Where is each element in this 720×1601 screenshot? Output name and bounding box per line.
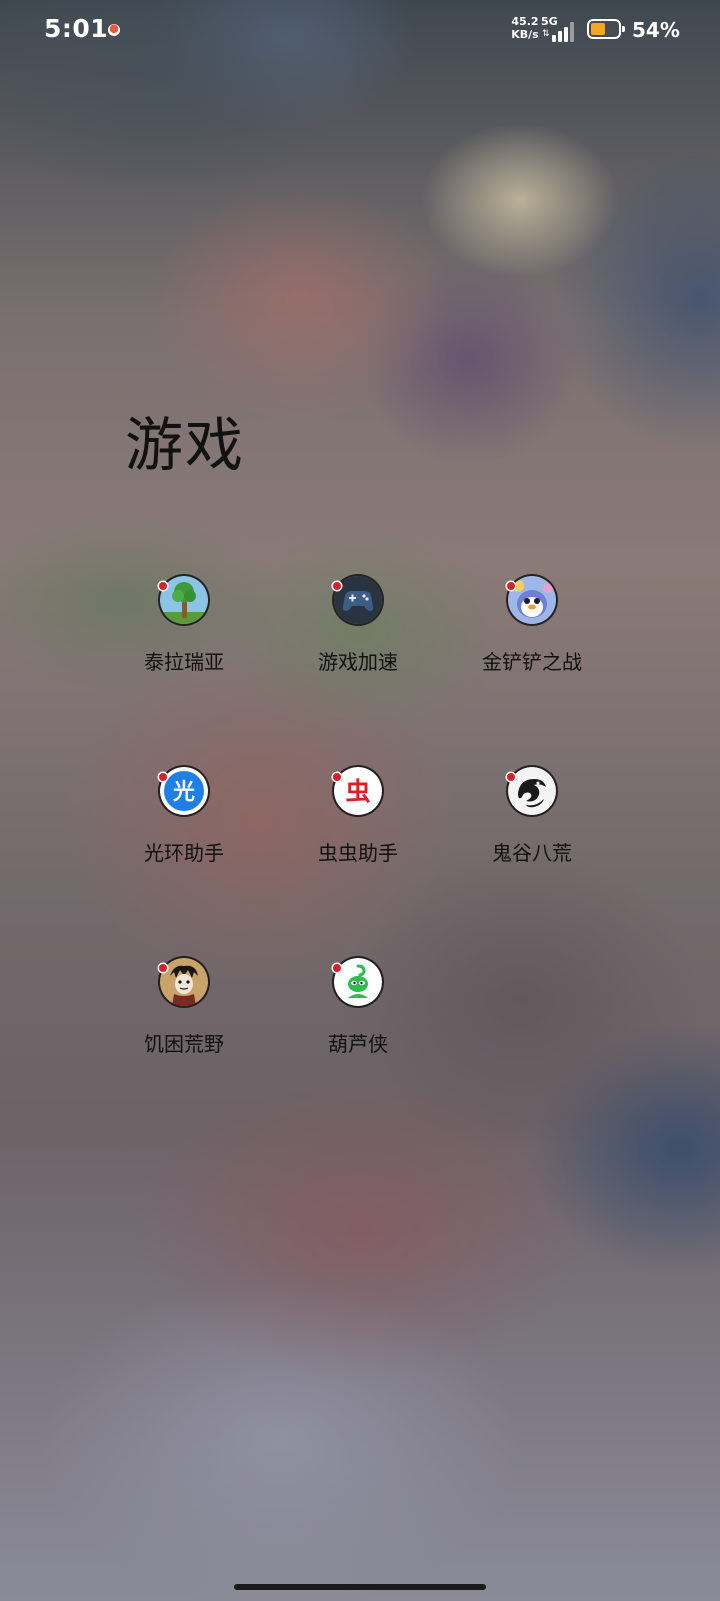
app-label: 泰拉瑞亚 <box>144 650 224 674</box>
terraria-tree-icon <box>160 576 208 624</box>
app-golden-spatula[interactable]: 金铲铲之战 <box>452 576 612 675</box>
app-chongchong-assistant[interactable]: 虫 虫虫助手 <box>278 767 438 866</box>
chongchong-icon-glyph: 虫 <box>345 777 370 806</box>
app-grid: 泰拉瑞亚 游戏加速 金铲铲之战 光 光环助手 虫 虫虫助手 鬼谷八荒 饥困荒野 … <box>0 0 720 1601</box>
notification-dot <box>333 773 341 781</box>
app-guanghuan-assistant[interactable]: 光 光环助手 <box>104 767 264 866</box>
app-terraria[interactable]: 泰拉瑞亚 <box>104 576 264 675</box>
app-game-accelerator[interactable]: 游戏加速 <box>278 576 438 675</box>
dragon-icon <box>508 767 556 815</box>
dont-starve-icon <box>160 958 208 1006</box>
app-huluxia[interactable]: 葫芦侠 <box>278 958 438 1057</box>
app-dont-starve[interactable]: 饥困荒野 <box>104 958 264 1057</box>
guanghuan-icon-glyph: 光 <box>172 780 195 805</box>
notification-dot <box>507 582 515 590</box>
app-label: 游戏加速 <box>318 650 398 674</box>
app-label: 金铲铲之战 <box>482 650 582 674</box>
app-label: 虫虫助手 <box>318 841 398 865</box>
gamepad-icon <box>334 576 382 624</box>
app-guigu-bahuang[interactable]: 鬼谷八荒 <box>452 767 612 866</box>
notification-dot <box>159 582 167 590</box>
app-label: 光环助手 <box>144 841 224 865</box>
notification-dot <box>507 773 515 781</box>
penguin-icon <box>508 576 556 624</box>
notification-dot <box>333 582 341 590</box>
app-label: 饥困荒野 <box>144 1032 224 1056</box>
home-indicator[interactable] <box>234 1584 486 1590</box>
chongchong-icon: 虫 <box>334 767 382 815</box>
app-label: 鬼谷八荒 <box>492 841 572 865</box>
notification-dot <box>159 773 167 781</box>
app-label: 葫芦侠 <box>328 1032 388 1056</box>
huluxia-icon <box>334 958 382 1006</box>
notification-dot <box>333 964 341 972</box>
guanghuan-icon: 光 <box>160 767 208 815</box>
notification-dot <box>159 964 167 972</box>
